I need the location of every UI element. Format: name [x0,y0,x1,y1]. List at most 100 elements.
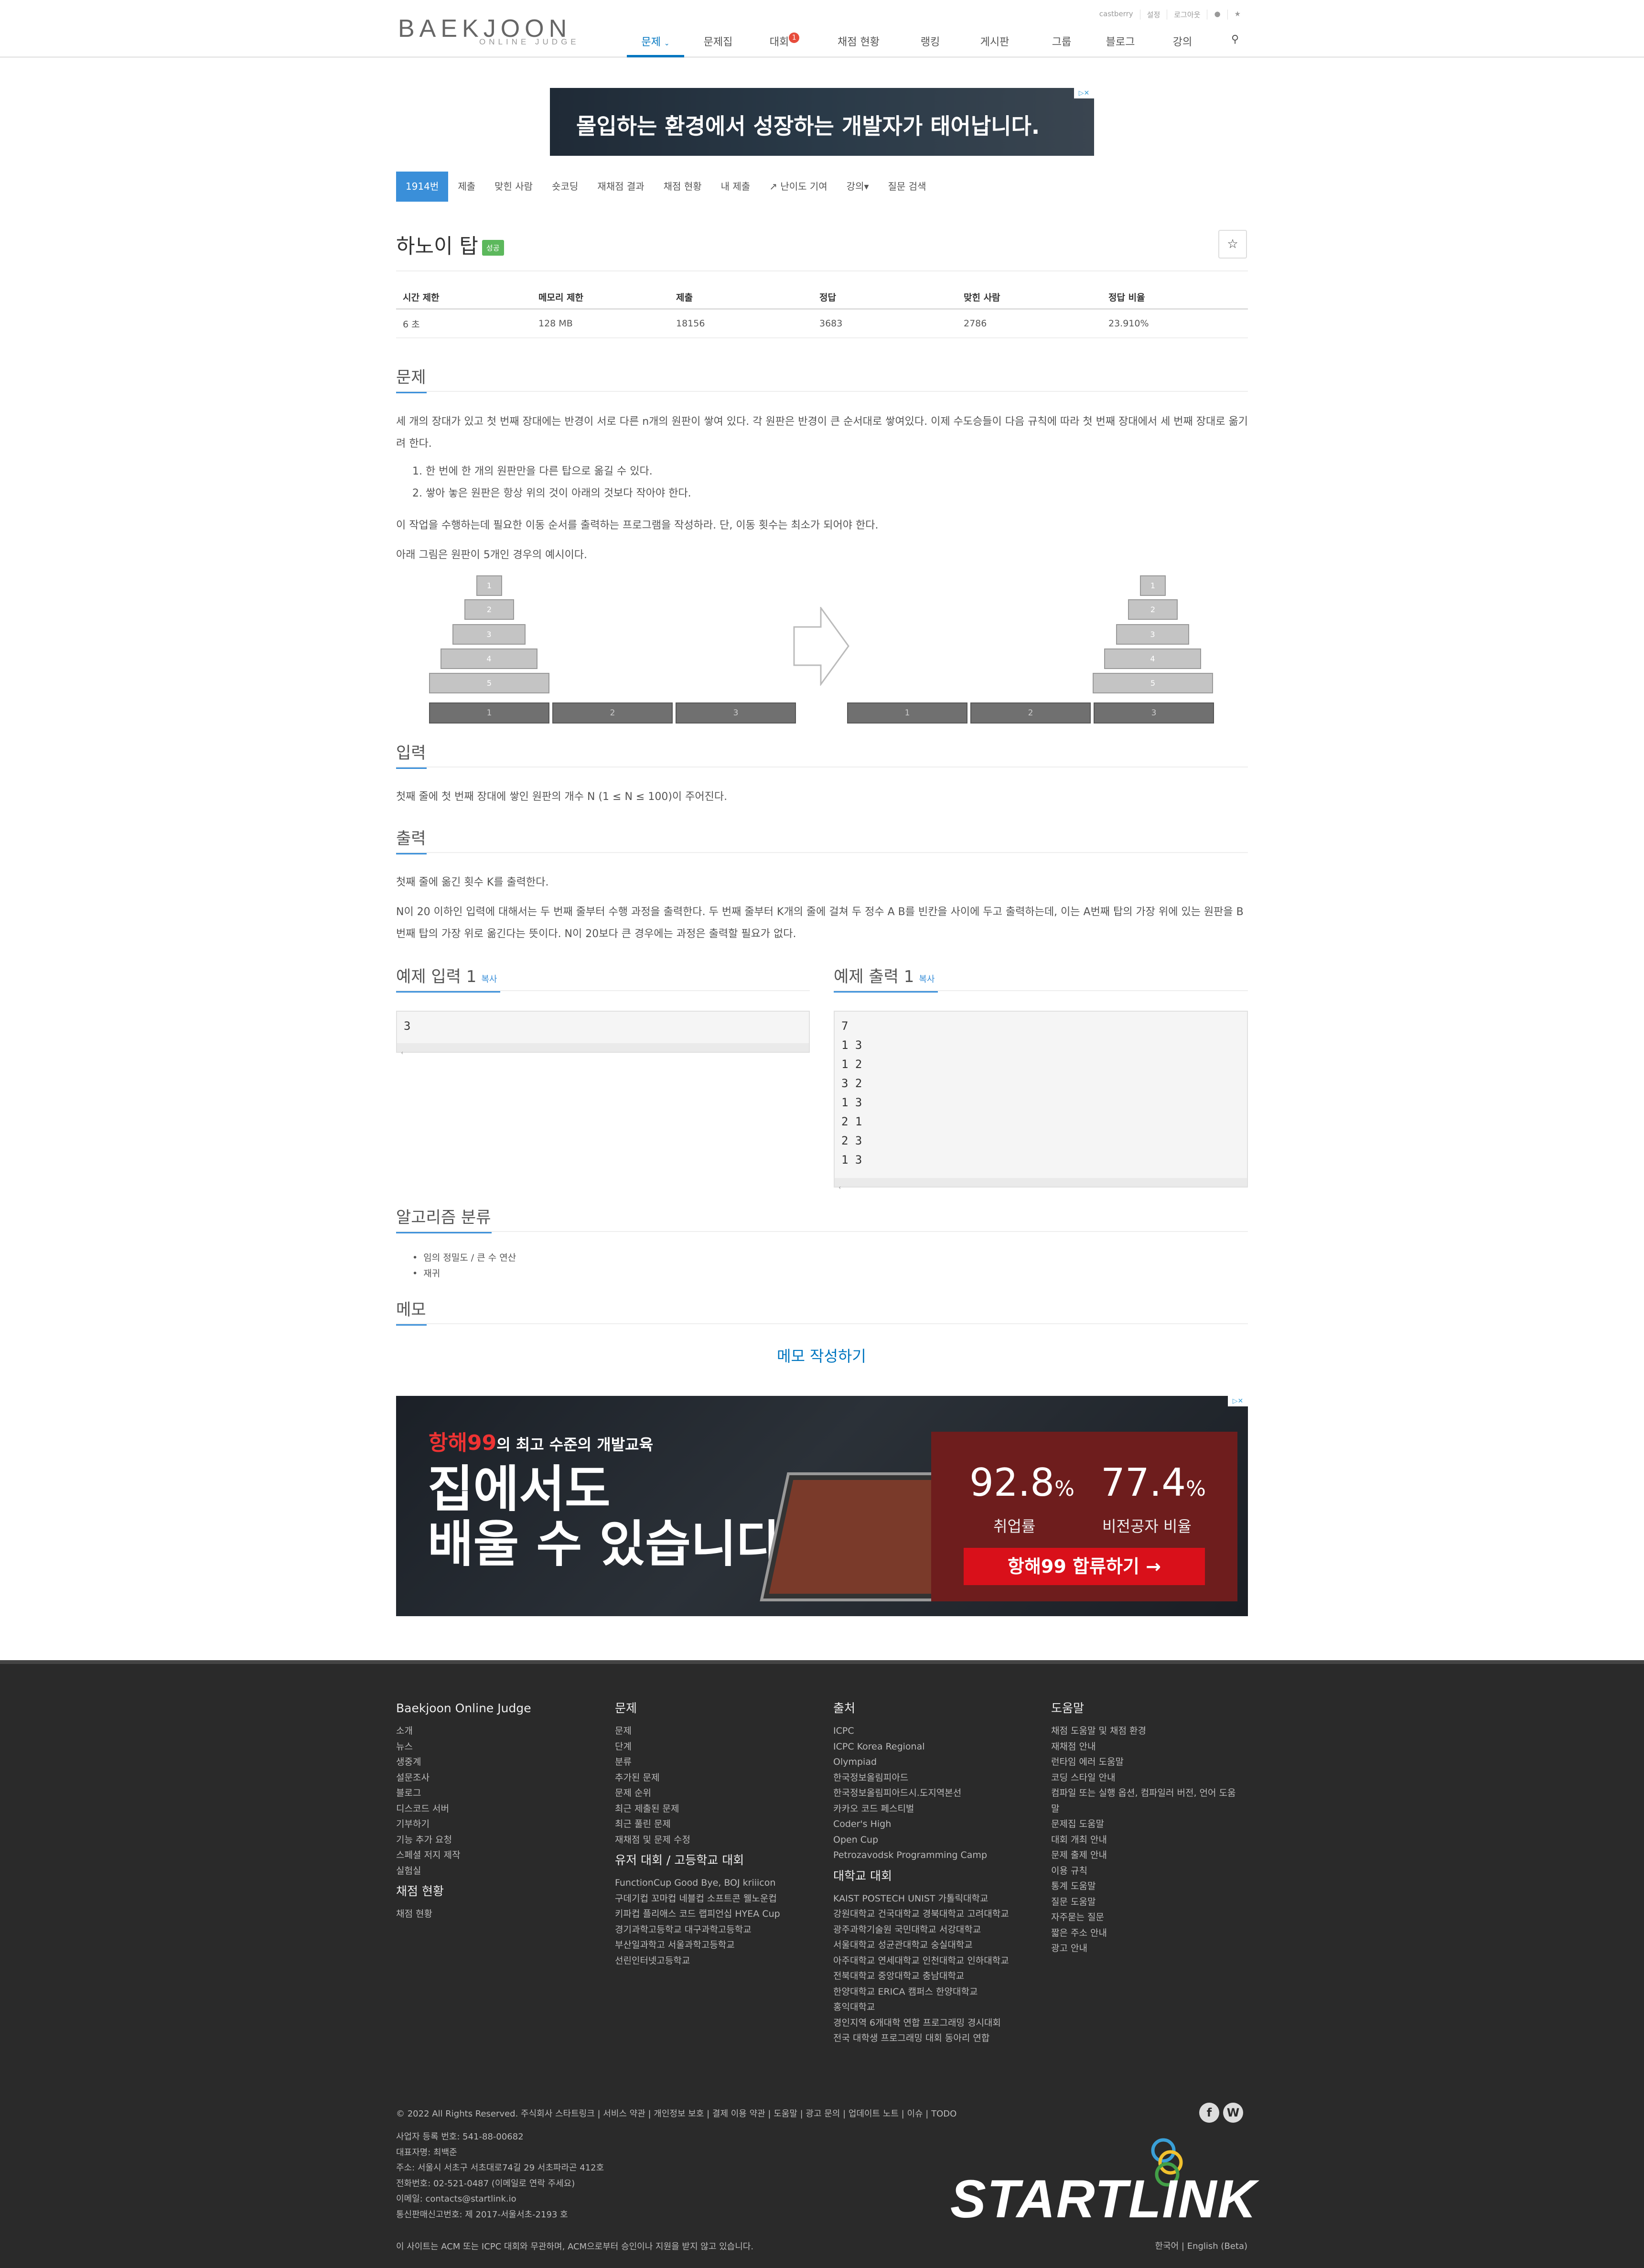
footer-link[interactable]: 이용 규칙 [1051,1863,1236,1879]
footer-link[interactable]: 문제집 도움말 [1051,1816,1236,1832]
footer-link[interactable]: 설문조사 [396,1770,531,1786]
footer-link[interactable]: 광고 안내 [1051,1941,1236,1956]
tab-short-coding[interactable]: 숏코딩 [542,172,588,202]
footer-link[interactable]: FunctionCup Good Bye, BOJ kriiicon [615,1875,780,1891]
nav-lecture[interactable]: 강의 [1159,28,1206,57]
footer-link[interactable]: 런타임 에러 도움말 [1051,1754,1236,1770]
footer-link[interactable]: 생중계 [396,1754,531,1770]
globe-icon[interactable]: ● [1207,10,1227,20]
nav-group[interactable]: 그룹 [1038,28,1085,57]
algorithm-tag[interactable]: • 재귀 [412,1266,440,1279]
tab-difficulty[interactable]: ↗ 난이도 기여 [760,172,837,202]
wordpress-icon[interactable]: W [1223,2103,1243,2123]
footer-link[interactable]: 카카오 코드 페스티벌 [833,1801,1009,1817]
footer-link[interactable]: 광주과학기술원 국민대학교 서강대학교 [833,1922,1009,1938]
nav-contest[interactable]: 대회 1 [753,28,816,57]
footer-link[interactable]: 말 [1051,1801,1236,1817]
footer-link[interactable]: 한양대학교 ERICA 캠퍼스 한양대학교 [833,1984,1009,2000]
footer-link[interactable]: 선린인터넷고등학교 [615,1953,780,1969]
sample-output-box[interactable]: 7 1 3 1 2 3 2 1 3 2 1 2 3 1 3 ‹ [834,1011,1248,1191]
tab-accepted-users[interactable]: 맞힌 사람 [485,172,542,202]
footer-link[interactable]: KAIST POSTECH UNIST 가톨릭대학교 [833,1891,1009,1907]
tab-question-search[interactable]: 질문 검색 [879,172,936,202]
footer-link[interactable]: 서울대학교 성균관대학교 숭실대학교 [833,1937,1009,1953]
footer-link[interactable]: 추가된 문제 [615,1770,780,1786]
footer-link[interactable]: 통계 도움말 [1051,1879,1236,1894]
footer-link[interactable]: 아주대학교 연세대학교 인천대학교 인하대학교 [833,1953,1009,1969]
footer-link[interactable]: 한국정보올림피아드 [833,1770,1009,1786]
footer-link[interactable]: 짧은 주소 안내 [1051,1925,1236,1941]
footer-link[interactable]: 디스코드 서버 [396,1801,531,1817]
nav-status[interactable]: 채점 현황 [820,28,897,57]
footer-link[interactable]: 코딩 스타일 안내 [1051,1770,1236,1786]
footer-link[interactable]: 블로그 [396,1785,531,1801]
favorite-star-button[interactable]: ☆ [1218,230,1247,259]
nav-ranking[interactable]: 랭킹 [906,28,954,57]
footer-link[interactable]: 뉴스 [396,1739,531,1755]
horizontal-scrollbar[interactable]: ‹ [835,1178,1247,1191]
facebook-icon[interactable]: f [1199,2103,1219,2123]
copy-input-button[interactable]: 복사 [481,974,497,984]
footer-link[interactable]: 키파컵 플리애스 코드 랩피언십 HYEA Cup [615,1906,780,1922]
bottom-ad-banner[interactable]: 항해99의 최고 수준의 개발교육 집에서도 배울 수 있습니다 92.8% 취… [396,1396,1248,1616]
username-link[interactable]: castberry [1093,10,1140,20]
tab-lecture[interactable]: 강의▾ [837,172,879,202]
ad-close-icon[interactable]: ▷✕ [1074,88,1094,98]
footer-link[interactable]: 컴파일 또는 실행 옵션, 컴파일러 버전, 언어 도움 [1051,1785,1236,1801]
sample-input-box[interactable]: 3 ‹ [396,1011,810,1056]
footer-link[interactable]: 경인지역 6개대학 연합 프로그래밍 경시대회 [833,2015,1009,2031]
nav-problems[interactable]: 문제 ⌄ [627,28,684,57]
footer-link[interactable]: 기부하기 [396,1816,531,1832]
top-ad-banner[interactable]: 몰입하는 환경에서 성장하는 개발자가 태어납니다. ▷✕ [550,88,1094,156]
ad-close-icon[interactable]: ▷✕ [1228,1396,1248,1406]
footer-link[interactable]: ICPC [833,1723,1009,1739]
site-logo[interactable]: BAEKJOON ONLINE JUDGE [398,14,584,49]
footer-link[interactable]: Petrozavodsk Programming Camp [833,1847,1009,1863]
footer-link[interactable]: Open Cup [833,1832,1009,1848]
language-selector[interactable]: 한국어 | English (Beta) [1155,2239,1247,2252]
footer-link[interactable]: 기능 추가 요청 [396,1832,531,1848]
algorithm-tag[interactable]: • 임의 정밀도 / 큰 수 연산 [412,1251,516,1264]
nav-blog[interactable]: 블로그 [1096,28,1144,57]
nav-board[interactable]: 게시판 [968,28,1021,57]
footer-link[interactable]: 구데기컵 꼬마컵 네블컵 소프트콘 웰노운컵 [615,1891,780,1907]
settings-link[interactable]: 설정 [1139,10,1167,20]
logout-link[interactable]: 로그아웃 [1167,10,1207,20]
footer-link[interactable]: 최근 풀린 문제 [615,1816,780,1832]
footer-link[interactable]: 홍익대학교 [833,1999,1009,2015]
footer-link[interactable]: 문제 순위 [615,1785,780,1801]
footer-link[interactable]: 채점 현황 [396,1906,531,1922]
footer-link[interactable]: 채점 도움말 및 채점 환경 [1051,1723,1236,1739]
footer-link[interactable]: 최근 제출된 문제 [615,1801,780,1817]
footer-link[interactable]: 전국 대학생 프로그래밍 대회 동아리 연합 [833,2030,1009,2046]
footer-link[interactable]: 질문 도움말 [1051,1894,1236,1910]
footer-link[interactable]: 경기과학고등학교 대구과학고등학교 [615,1922,780,1938]
footer-link[interactable]: ICPC Korea Regional [833,1739,1009,1755]
footer-link[interactable]: 스페셜 저지 제작 [396,1847,531,1863]
ad-cta-button[interactable]: 항해99 합류하기 → [964,1548,1205,1585]
write-memo-link[interactable]: 메모 작성하기 [777,1344,866,1366]
footer-link[interactable]: 실험실 [396,1863,531,1879]
footer-link[interactable]: 재채점 및 문제 수정 [615,1832,780,1848]
footer-link[interactable]: 자주묻는 질문 [1051,1910,1236,1925]
tab-my-submissions[interactable]: 내 제출 [711,172,760,202]
star-icon[interactable]: ★ [1227,10,1247,20]
tab-problem-number[interactable]: 1914번 [396,172,449,202]
footer-link[interactable]: 한국정보올림피아드시.도지역본선 [833,1785,1009,1801]
footer-link[interactable]: 강원대학교 건국대학교 경북대학교 고려대학교 [833,1906,1009,1922]
footer-link[interactable]: 재채점 안내 [1051,1739,1236,1755]
footer-link[interactable]: 문제 출제 안내 [1051,1847,1236,1863]
footer-link[interactable]: 분류 [615,1754,780,1770]
footer-link[interactable]: Olympiad [833,1754,1009,1770]
nav-workbook[interactable]: 문제집 [690,28,746,57]
search-icon[interactable]: ⚲ [1216,28,1254,57]
copy-output-button[interactable]: 복사 [919,974,935,984]
footer-link[interactable]: Coder's High [833,1816,1009,1832]
footer-link[interactable]: 단계 [615,1739,780,1755]
tab-submit[interactable]: 제출 [448,172,485,202]
footer-link[interactable]: 대회 개최 안내 [1051,1832,1236,1848]
tab-status[interactable]: 채점 현황 [654,172,711,202]
horizontal-scrollbar[interactable]: ‹ [397,1043,809,1056]
footer-link[interactable]: 부산일과학고 서울과학고등학교 [615,1937,780,1953]
footer-link[interactable]: 전북대학교 중앙대학교 충남대학교 [833,1968,1009,1984]
